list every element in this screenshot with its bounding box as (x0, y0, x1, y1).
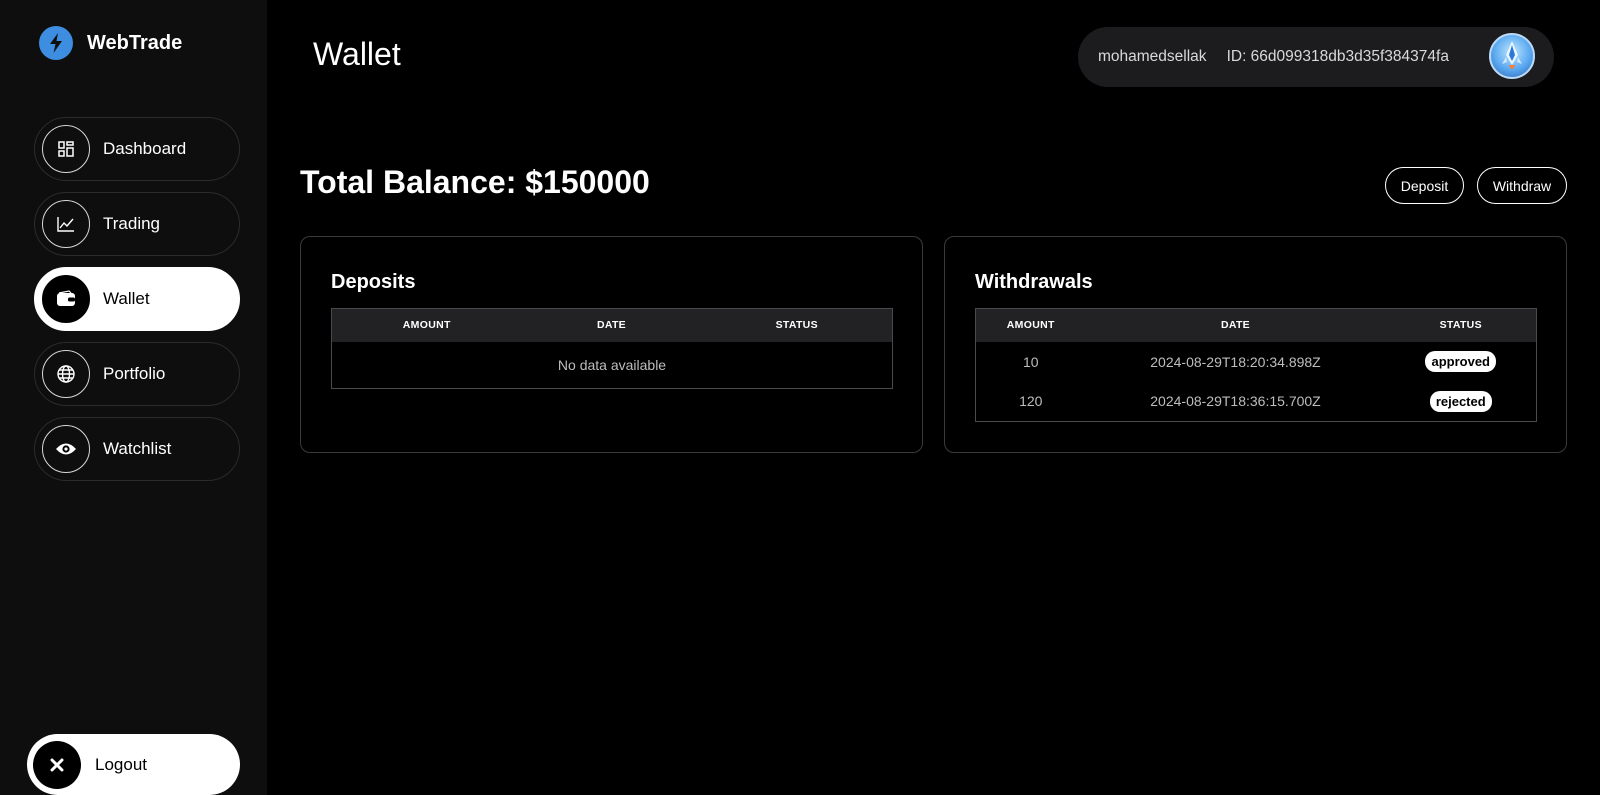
sidebar-item-label: Portfolio (103, 364, 166, 383)
dashboard-grid-icon (42, 125, 90, 173)
withdrawal-status: approved (1386, 342, 1537, 382)
avatar[interactable] (1489, 33, 1535, 79)
sidebar-item-label: Trading (103, 214, 161, 233)
withdrawal-status: rejected (1386, 382, 1537, 422)
total-balance: Total Balance: $150000 (300, 164, 650, 200)
table-row[interactable]: 10 2024-08-29T18:20:34.898Z approved (976, 342, 1537, 382)
sidebar-item-watchlist[interactable]: Watchlist (34, 417, 240, 481)
rocket-avatar-icon (1502, 41, 1522, 69)
table-header-row: AMOUNT DATE STATUS (975, 308, 1537, 342)
user-id: ID: 66d099318db3d35f384374fa (1226, 48, 1449, 65)
withdrawal-amount: 10 (1022, 353, 1039, 370)
table-row[interactable]: 120 2024-08-29T18:36:15.700Z rejected (976, 382, 1537, 422)
column-header-date[interactable]: DATE (521, 308, 702, 342)
logout-label: Logout (95, 754, 147, 774)
withdrawals-table: AMOUNT DATE STATUS 10 2024-08-29T18:20:3… (975, 308, 1537, 422)
column-header-status[interactable]: STATUS (1385, 308, 1537, 342)
eye-icon (42, 425, 90, 473)
column-header-amount[interactable]: AMOUNT (331, 308, 522, 342)
logout-button[interactable]: Logout (27, 734, 240, 795)
brand[interactable]: WebTrade (39, 26, 182, 60)
sidebar-item-label: Dashboard (103, 139, 187, 158)
sidebar-item-label: Wallet (103, 289, 150, 308)
status-badge: approved (1425, 351, 1496, 372)
withdraw-button[interactable]: Withdraw (1477, 167, 1567, 204)
username: mohamedsellak (1098, 48, 1207, 65)
deposits-panel: Deposits AMOUNT DATE STATUS No data avai… (300, 236, 923, 453)
column-header-amount[interactable]: AMOUNT (975, 308, 1086, 342)
withdrawal-amount: 120 (1019, 393, 1043, 410)
table-header-row: AMOUNT DATE STATUS (331, 308, 893, 342)
table-row: No data available (332, 342, 893, 389)
sidebar-item-label: Watchlist (103, 439, 172, 458)
column-header-date[interactable]: DATE (1085, 308, 1386, 342)
empty-message: No data available (557, 356, 667, 373)
deposits-table: AMOUNT DATE STATUS No data available (331, 308, 893, 389)
globe-icon (42, 350, 90, 398)
page-title: Wallet (313, 36, 401, 72)
chart-line-icon (42, 200, 90, 248)
user-info[interactable]: mohamedsellak ID: 66d099318db3d35f384374… (1078, 27, 1554, 87)
deposit-button[interactable]: Deposit (1385, 167, 1464, 204)
brand-name: WebTrade (87, 31, 183, 54)
deposits-title: Deposits (331, 271, 416, 293)
close-icon (33, 740, 81, 789)
sidebar-item-trading[interactable]: Trading (34, 192, 240, 256)
column-header-status[interactable]: STATUS (701, 308, 893, 342)
sidebar-item-dashboard[interactable]: Dashboard (34, 117, 240, 181)
withdrawals-title: Withdrawals (975, 271, 1093, 293)
withdrawal-date: 2024-08-29T18:20:34.898Z (1150, 353, 1321, 370)
status-badge: rejected (1429, 390, 1492, 412)
lightning-icon (39, 26, 73, 60)
withdrawals-panel: Withdrawals AMOUNT DATE STATUS 10 2024-0… (944, 236, 1567, 453)
sidebar: WebTrade Dashboard Trading Wallet Portfo… (0, 0, 267, 795)
withdrawal-date: 2024-08-29T18:36:15.700Z (1150, 393, 1321, 410)
sidebar-item-portfolio[interactable]: Portfolio (34, 342, 240, 406)
wallet-icon (42, 275, 90, 323)
sidebar-item-wallet[interactable]: Wallet (34, 267, 240, 331)
